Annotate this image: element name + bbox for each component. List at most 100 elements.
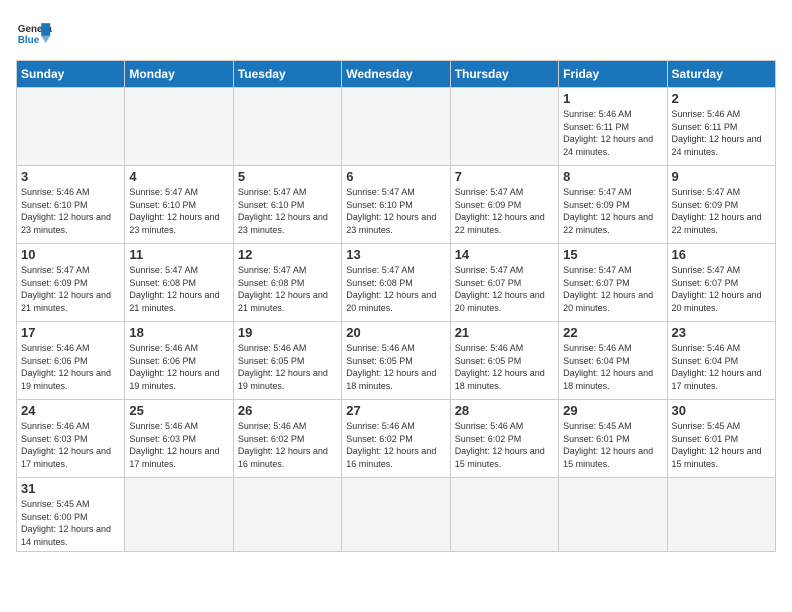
- calendar-cell: 27 Sunrise: 5:46 AM Sunset: 6:02 PM Dayli…: [342, 400, 450, 478]
- day-number: 9: [672, 169, 771, 184]
- col-header-monday: Monday: [125, 61, 233, 88]
- calendar-cell: [125, 478, 233, 552]
- calendar-cell: [450, 88, 558, 166]
- calendar-cell: 4Sunrise: 5:47 AM Sunset: 6:10 PM Daylig…: [125, 166, 233, 244]
- calendar-cell: 6Sunrise: 5:47 AM Sunset: 6:10 PM Daylig…: [342, 166, 450, 244]
- day-number: 6: [346, 169, 445, 184]
- calendar-cell: [125, 88, 233, 166]
- day-number: 5: [238, 169, 337, 184]
- calendar-cell: [17, 88, 125, 166]
- logo: General Blue: [16, 16, 52, 52]
- calendar-cell: [450, 478, 558, 552]
- day-number: 8: [563, 169, 662, 184]
- calendar-cell: 2 Sunrise: 5:46 AM Sunset: 6:11 PM Daylig…: [667, 88, 775, 166]
- day-number: 7: [455, 169, 554, 184]
- day-info: Sunrise: 5:47 AM Sunset: 6:07 PM Dayligh…: [455, 264, 554, 314]
- calendar-cell: 10 Sunrise: 5:47 AM Sunset: 6:09 PM Dayli…: [17, 244, 125, 322]
- day-number: 20: [346, 325, 445, 340]
- calendar-cell: 16 Sunrise: 5:47 AM Sunset: 6:07 PM Dayli…: [667, 244, 775, 322]
- day-info: Sunrise: 5:46 AM Sunset: 6:11 PM Dayligh…: [563, 108, 662, 158]
- day-number: 3: [21, 169, 120, 184]
- calendar-cell: [667, 478, 775, 552]
- calendar-cell: 7Sunrise: 5:47 AM Sunset: 6:09 PM Daylig…: [450, 166, 558, 244]
- day-info: Sunrise: 5:47 AM Sunset: 6:09 PM Dayligh…: [563, 186, 662, 236]
- day-number: 30: [672, 403, 771, 418]
- calendar-cell: 1Sunrise: 5:46 AM Sunset: 6:11 PM Daylig…: [559, 88, 667, 166]
- calendar-cell: 18 Sunrise: 5:46 AM Sunset: 6:06 PM Dayli…: [125, 322, 233, 400]
- day-number: 26: [238, 403, 337, 418]
- calendar-cell: 31Sunrise: 5:45 AM Sunset: 6:00 PM Dayli…: [17, 478, 125, 552]
- col-header-tuesday: Tuesday: [233, 61, 341, 88]
- col-header-thursday: Thursday: [450, 61, 558, 88]
- calendar-week-row: 10 Sunrise: 5:47 AM Sunset: 6:09 PM Dayli…: [17, 244, 776, 322]
- day-info: Sunrise: 5:47 AM Sunset: 6:10 PM Dayligh…: [238, 186, 337, 236]
- day-number: 23: [672, 325, 771, 340]
- day-info: Sunrise: 5:46 AM Sunset: 6:06 PM Dayligh…: [129, 342, 228, 392]
- calendar-header-row: SundayMondayTuesdayWednesdayThursdayFrid…: [17, 61, 776, 88]
- calendar-cell: 23Sunrise: 5:46 AM Sunset: 6:04 PM Dayli…: [667, 322, 775, 400]
- calendar-cell: [233, 478, 341, 552]
- day-number: 27: [346, 403, 445, 418]
- day-number: 13: [346, 247, 445, 262]
- day-number: 28: [455, 403, 554, 418]
- calendar-cell: 28 Sunrise: 5:46 AM Sunset: 6:02 PM Dayli…: [450, 400, 558, 478]
- day-info: Sunrise: 5:47 AM Sunset: 6:07 PM Dayligh…: [563, 264, 662, 314]
- calendar-cell: 24 Sunrise: 5:46 AM Sunset: 6:03 PM Dayli…: [17, 400, 125, 478]
- day-info: Sunrise: 5:46 AM Sunset: 6:06 PM Dayligh…: [21, 342, 120, 392]
- day-number: 25: [129, 403, 228, 418]
- calendar-cell: 9 Sunrise: 5:47 AM Sunset: 6:09 PM Daylig…: [667, 166, 775, 244]
- calendar-cell: 26Sunrise: 5:46 AM Sunset: 6:02 PM Dayli…: [233, 400, 341, 478]
- day-number: 11: [129, 247, 228, 262]
- day-info: Sunrise: 5:46 AM Sunset: 6:05 PM Dayligh…: [346, 342, 445, 392]
- day-number: 18: [129, 325, 228, 340]
- col-header-sunday: Sunday: [17, 61, 125, 88]
- day-number: 17: [21, 325, 120, 340]
- day-number: 14: [455, 247, 554, 262]
- calendar-cell: 30 Sunrise: 5:45 AM Sunset: 6:01 PM Dayli…: [667, 400, 775, 478]
- calendar-cell: 5 Sunrise: 5:47 AM Sunset: 6:10 PM Daylig…: [233, 166, 341, 244]
- calendar-cell: 8 Sunrise: 5:47 AM Sunset: 6:09 PM Daylig…: [559, 166, 667, 244]
- day-info: Sunrise: 5:46 AM Sunset: 6:10 PM Dayligh…: [21, 186, 120, 236]
- calendar-cell: [233, 88, 341, 166]
- day-info: Sunrise: 5:46 AM Sunset: 6:03 PM Dayligh…: [129, 420, 228, 470]
- calendar-cell: 21 Sunrise: 5:46 AM Sunset: 6:05 PM Dayli…: [450, 322, 558, 400]
- day-number: 2: [672, 91, 771, 106]
- calendar-cell: 11Sunrise: 5:47 AM Sunset: 6:08 PM Dayli…: [125, 244, 233, 322]
- calendar-cell: 25 Sunrise: 5:46 AM Sunset: 6:03 PM Dayli…: [125, 400, 233, 478]
- day-info: Sunrise: 5:46 AM Sunset: 6:05 PM Dayligh…: [455, 342, 554, 392]
- day-number: 24: [21, 403, 120, 418]
- calendar-cell: 20 Sunrise: 5:46 AM Sunset: 6:05 PM Dayli…: [342, 322, 450, 400]
- day-number: 12: [238, 247, 337, 262]
- day-number: 15: [563, 247, 662, 262]
- calendar-cell: 19Sunrise: 5:46 AM Sunset: 6:05 PM Dayli…: [233, 322, 341, 400]
- day-info: Sunrise: 5:46 AM Sunset: 6:02 PM Dayligh…: [346, 420, 445, 470]
- col-header-friday: Friday: [559, 61, 667, 88]
- day-number: 16: [672, 247, 771, 262]
- day-info: Sunrise: 5:46 AM Sunset: 6:02 PM Dayligh…: [455, 420, 554, 470]
- day-info: Sunrise: 5:47 AM Sunset: 6:09 PM Dayligh…: [672, 186, 771, 236]
- calendar-cell: [342, 88, 450, 166]
- col-header-wednesday: Wednesday: [342, 61, 450, 88]
- day-number: 10: [21, 247, 120, 262]
- calendar-week-row: 3 Sunrise: 5:46 AM Sunset: 6:10 PM Daylig…: [17, 166, 776, 244]
- calendar-week-row: 31Sunrise: 5:45 AM Sunset: 6:00 PM Dayli…: [17, 478, 776, 552]
- day-info: Sunrise: 5:47 AM Sunset: 6:09 PM Dayligh…: [21, 264, 120, 314]
- calendar-week-row: 1Sunrise: 5:46 AM Sunset: 6:11 PM Daylig…: [17, 88, 776, 166]
- day-info: Sunrise: 5:46 AM Sunset: 6:11 PM Dayligh…: [672, 108, 771, 158]
- day-info: Sunrise: 5:47 AM Sunset: 6:08 PM Dayligh…: [238, 264, 337, 314]
- day-info: Sunrise: 5:47 AM Sunset: 6:07 PM Dayligh…: [672, 264, 771, 314]
- calendar-cell: [559, 478, 667, 552]
- day-info: Sunrise: 5:45 AM Sunset: 6:01 PM Dayligh…: [672, 420, 771, 470]
- logo-icon: General Blue: [16, 16, 52, 52]
- day-info: Sunrise: 5:46 AM Sunset: 6:04 PM Dayligh…: [563, 342, 662, 392]
- calendar-cell: 13Sunrise: 5:47 AM Sunset: 6:08 PM Dayli…: [342, 244, 450, 322]
- day-number: 21: [455, 325, 554, 340]
- calendar-cell: 22 Sunrise: 5:46 AM Sunset: 6:04 PM Dayli…: [559, 322, 667, 400]
- calendar-cell: 15 Sunrise: 5:47 AM Sunset: 6:07 PM Dayli…: [559, 244, 667, 322]
- calendar-week-row: 24 Sunrise: 5:46 AM Sunset: 6:03 PM Dayli…: [17, 400, 776, 478]
- day-info: Sunrise: 5:46 AM Sunset: 6:03 PM Dayligh…: [21, 420, 120, 470]
- day-number: 22: [563, 325, 662, 340]
- calendar-cell: 3 Sunrise: 5:46 AM Sunset: 6:10 PM Daylig…: [17, 166, 125, 244]
- calendar-cell: 14 Sunrise: 5:47 AM Sunset: 6:07 PM Dayli…: [450, 244, 558, 322]
- page-header: General Blue: [16, 16, 776, 52]
